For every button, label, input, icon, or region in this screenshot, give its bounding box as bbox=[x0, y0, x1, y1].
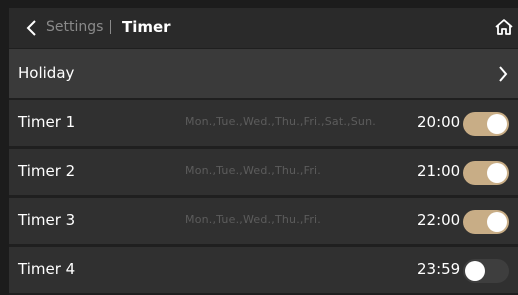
home-icon[interactable] bbox=[494, 17, 514, 37]
chevron-left-icon[interactable] bbox=[25, 19, 37, 37]
breadcrumb-settings[interactable]: Settings bbox=[46, 19, 103, 35]
toggle-knob bbox=[487, 114, 507, 134]
timer-row-4[interactable]: Timer 4 23:59 bbox=[9, 247, 518, 293]
timer-screen: Settings Timer Holiday Timer 1 Mon.,Tue.… bbox=[9, 8, 518, 295]
timer-days: Mon.,Tue.,Wed.,Thu.,Fri. bbox=[185, 164, 321, 177]
holiday-label: Holiday bbox=[18, 64, 75, 82]
timer-row-1[interactable]: Timer 1 Mon.,Tue.,Wed.,Thu.,Fri.,Sat.,Su… bbox=[9, 100, 518, 146]
top-bar: Settings Timer bbox=[9, 8, 518, 48]
timer-days: Mon.,Tue.,Wed.,Thu.,Fri.,Sat.,Sun. bbox=[185, 115, 376, 128]
timer-time: 20:00 bbox=[417, 113, 461, 131]
timer-time: 23:59 bbox=[417, 260, 461, 278]
timer-row-3[interactable]: Timer 3 Mon.,Tue.,Wed.,Thu.,Fri. 22:00 bbox=[9, 198, 518, 244]
toggle-knob bbox=[487, 163, 507, 183]
timer-name: Timer 2 bbox=[18, 162, 76, 180]
timer-time: 22:00 bbox=[417, 211, 461, 229]
timer-toggle[interactable] bbox=[463, 161, 509, 185]
timer-time: 21:00 bbox=[417, 162, 461, 180]
timer-toggle[interactable] bbox=[463, 210, 509, 234]
timer-name: Timer 1 bbox=[18, 113, 76, 131]
holiday-row[interactable]: Holiday bbox=[9, 49, 518, 98]
timer-name: Timer 3 bbox=[18, 211, 76, 229]
timer-toggle[interactable] bbox=[463, 259, 509, 283]
timer-row-2[interactable]: Timer 2 Mon.,Tue.,Wed.,Thu.,Fri. 21:00 bbox=[9, 149, 518, 195]
page-title: Timer bbox=[122, 18, 171, 36]
breadcrumb-divider bbox=[110, 20, 111, 34]
toggle-knob bbox=[465, 261, 485, 281]
timer-days: Mon.,Tue.,Wed.,Thu.,Fri. bbox=[185, 213, 321, 226]
toggle-knob bbox=[487, 212, 507, 232]
timer-name: Timer 4 bbox=[18, 260, 76, 278]
chevron-right-icon bbox=[499, 66, 508, 82]
timer-toggle[interactable] bbox=[463, 112, 509, 136]
